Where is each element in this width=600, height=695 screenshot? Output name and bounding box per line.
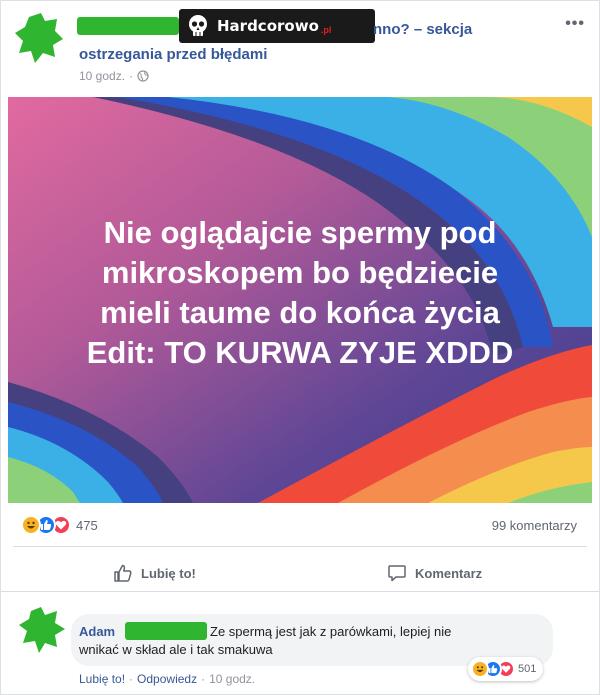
divider [1,591,599,592]
meta-separator: · [129,69,134,83]
comment-reaction-summary[interactable]: 501 [468,657,544,681]
comment-meta: Lubię to! · Odpowiedz · 10 godz. [79,672,255,686]
redacted-avatar[interactable] [15,13,63,63]
thumbs-up-icon [114,564,132,582]
reaction-summary[interactable]: 475 [21,515,98,535]
comment-time[interactable]: 10 godz. [209,672,255,686]
watermark-brand: Hardcorowo [217,17,319,35]
comments-count-link[interactable]: 99 komentarzy [492,518,577,533]
comment-text-line1: Ze spermą jest jak z parówkami, lepiej n… [210,624,452,639]
image-text-line: mieli taume do końca życia [100,295,500,330]
post-time[interactable]: 10 godz. [79,69,125,83]
post-card: Hardcorowo .pl nno? – sekcja ostrzegania… [0,0,600,695]
meta-separator: · [129,672,134,686]
like-button[interactable]: Lubię to! [113,563,196,583]
meta-separator: · [201,672,206,686]
haha-icon [471,660,489,678]
skull-icon [189,15,207,36]
post-title-line2[interactable]: ostrzegania przed błędami [79,46,267,63]
comment-text-line2: wnikać w skład ale i tak smakuwa [79,642,273,657]
image-caption: Nie oglądajcie spermy pod mikroskopem bo… [8,213,592,373]
like-label: Lubię to! [141,565,196,581]
more-options-icon[interactable]: ••• [565,15,585,33]
image-text-line: Nie oglądajcie spermy pod [103,215,497,250]
post-meta: 10 godz. · [79,69,149,83]
reaction-count: 475 [76,517,98,533]
image-text-line: Edit: TO KURWA ZYJE XDDD [86,335,514,370]
watermark-suffix: .pl [320,25,332,35]
post-title-tail[interactable]: nno? – sekcja [373,21,472,38]
comment-like-link[interactable]: Lubię to! [79,672,125,686]
post-image[interactable]: Nie oglądajcie spermy pod mikroskopem bo… [8,97,592,503]
comment-label: Komentarz [415,565,483,581]
commenter-name[interactable]: Adam [79,624,115,639]
divider [13,546,587,547]
comment-reply-link[interactable]: Odpowiedz [137,672,197,686]
redacted-author-name[interactable] [77,17,179,35]
comment-button[interactable]: Komentarz [387,563,482,583]
image-text-line: mikroskopem bo będziecie [101,255,499,290]
redacted-commenter-avatar[interactable] [19,607,65,653]
globe-icon[interactable] [137,70,149,82]
haha-icon [21,515,41,535]
watermark-logo: Hardcorowo .pl [179,9,375,43]
comment-reaction-count: 501 [518,663,537,675]
comment-icon [388,565,406,582]
redacted-commenter-surname [125,622,207,640]
